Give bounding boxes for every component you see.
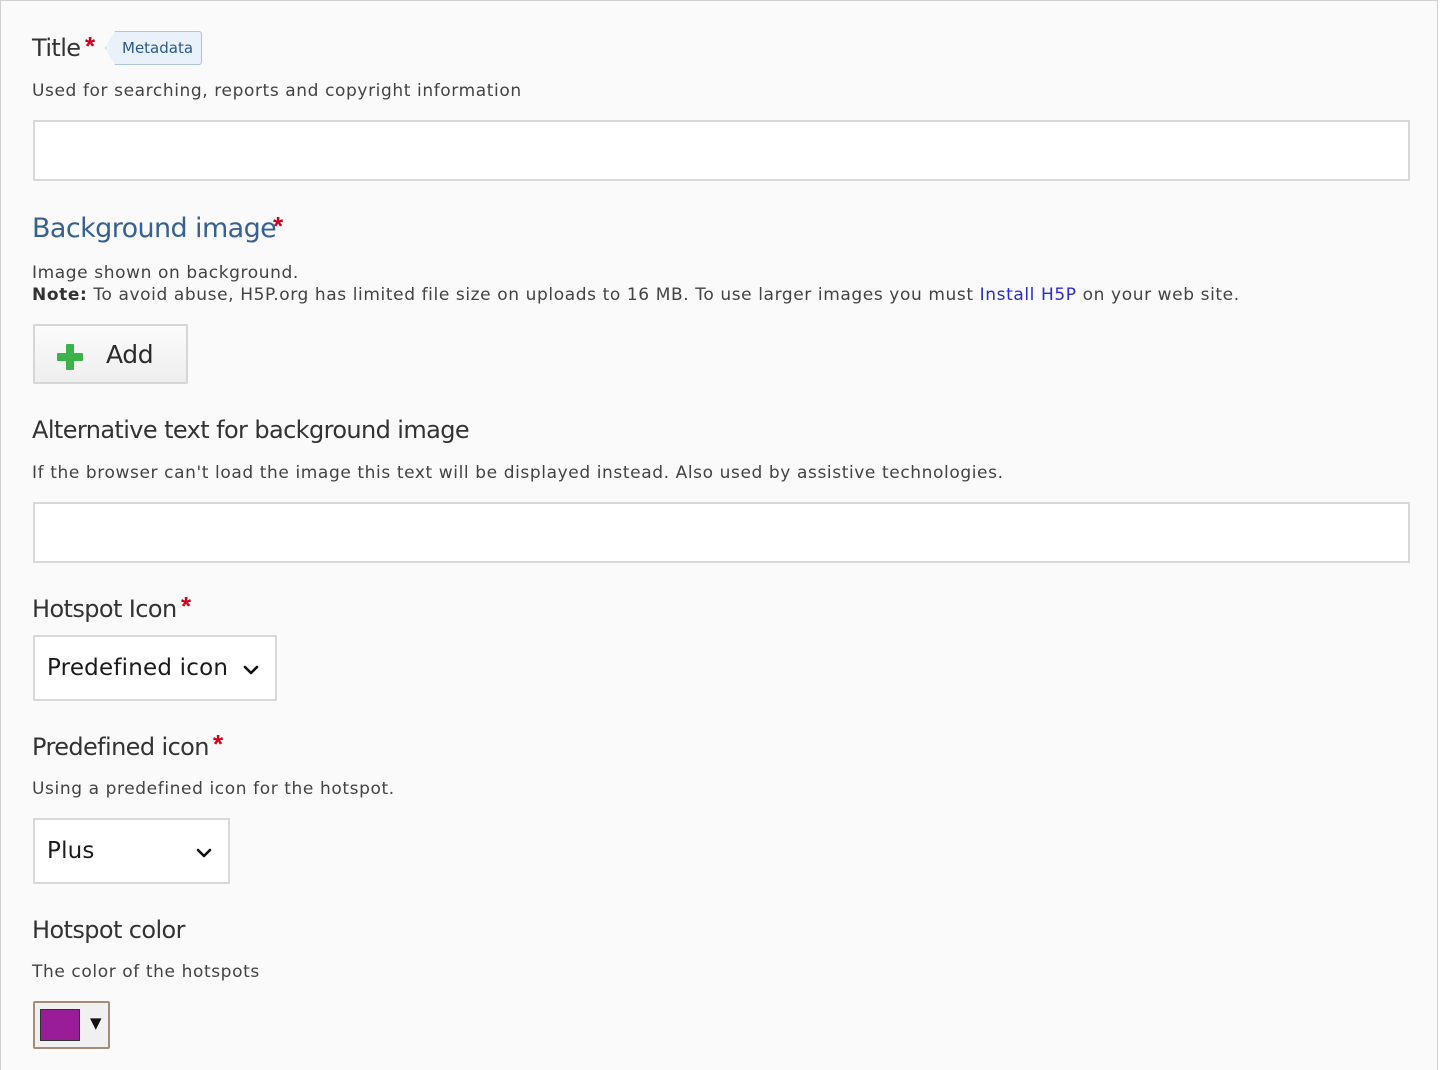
predefined-icon-required-mark: * [213, 729, 224, 759]
hotspot-color-picker[interactable]: ▼ [33, 1001, 110, 1049]
add-button-label: Add [106, 340, 154, 369]
title-description: Used for searching, reports and copyrigh… [32, 81, 522, 101]
plus-icon [57, 344, 83, 370]
install-h5p-link[interactable]: Install H5P [980, 285, 1077, 305]
note-text: To avoid abuse, H5P.org has limited file… [93, 285, 974, 305]
alt-text-description: If the browser can't load the image this… [32, 463, 1004, 483]
title-label: Title [32, 34, 81, 62]
predefined-icon-selected-value: Plus [47, 838, 95, 864]
background-image-description: Image shown on background. [32, 263, 299, 283]
predefined-icon-label: Predefined icon [32, 733, 209, 761]
dropdown-arrow-icon: ▼ [90, 1014, 102, 1032]
hotspot-color-label: Hotspot color [32, 916, 186, 944]
note-suffix: on your web site. [1082, 285, 1240, 305]
predefined-icon-select[interactable]: Plus [33, 818, 230, 884]
predefined-icon-description: Using a predefined icon for the hotspot. [32, 779, 395, 799]
background-image-note: Note: To avoid abuse, H5P.org has limite… [32, 285, 1240, 305]
hotspot-icon-select[interactable]: Predefined icon [33, 635, 277, 701]
chevron-down-icon [196, 845, 212, 863]
color-swatch [40, 1009, 80, 1041]
background-image-required-mark: * [273, 211, 284, 241]
chevron-down-icon [243, 662, 259, 680]
editor-form: Title * Metadata Used for searching, rep… [0, 0, 1438, 1070]
note-label: Note: [32, 285, 88, 305]
hotspot-icon-required-mark: * [181, 591, 192, 621]
add-image-button[interactable]: Add [33, 324, 188, 384]
metadata-button[interactable]: Metadata [105, 31, 203, 65]
hotspot-icon-label: Hotspot Icon [32, 595, 177, 623]
title-input[interactable] [33, 120, 1410, 181]
alt-text-label: Alternative text for background image [32, 416, 470, 444]
hotspot-icon-selected-value: Predefined icon [47, 655, 229, 681]
alt-text-input[interactable] [33, 502, 1410, 563]
hotspot-color-description: The color of the hotspots [32, 962, 260, 982]
background-image-label: Background image [32, 213, 277, 244]
title-required-mark: * [85, 31, 96, 61]
